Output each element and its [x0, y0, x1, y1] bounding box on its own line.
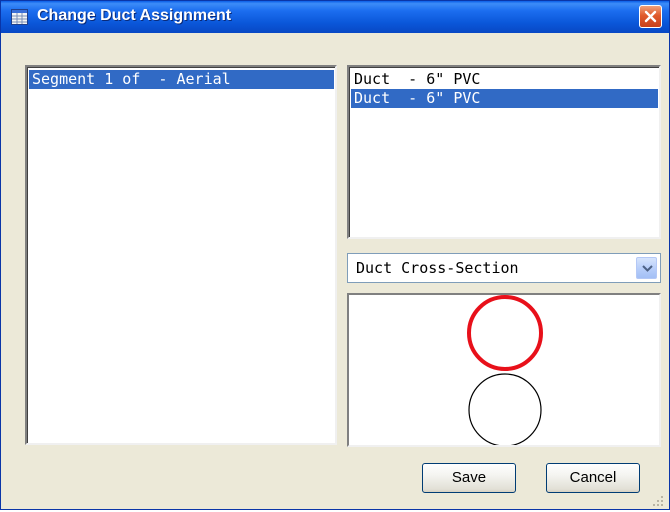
- duct-cross-section-preview: [347, 293, 661, 447]
- window-title: Change Duct Assignment: [37, 7, 232, 24]
- resize-grip-icon[interactable]: [651, 493, 665, 512]
- cancel-button[interactable]: Cancel: [546, 463, 640, 493]
- duct-list-item-selected[interactable]: Duct - 6" PVC: [351, 89, 658, 108]
- duct-list-item[interactable]: Duct - 6" PVC: [351, 70, 658, 89]
- duct-list[interactable]: Duct - 6" PVC Duct - 6" PVC: [347, 65, 661, 239]
- title-bar[interactable]: Change Duct Assignment: [1, 1, 669, 33]
- save-button[interactable]: Save: [422, 463, 516, 493]
- chevron-down-icon: [642, 265, 653, 272]
- dropdown-arrow-button[interactable]: [636, 257, 657, 279]
- change-duct-assignment-dialog: Change Duct Assignment Segment 1 of - Ae…: [0, 0, 670, 510]
- segment-list-item[interactable]: Segment 1 of - Aerial: [29, 70, 334, 89]
- close-icon: [644, 10, 657, 23]
- close-button[interactable]: [639, 5, 662, 28]
- duct-circle: [468, 373, 542, 445]
- view-dropdown[interactable]: Duct Cross-Section: [347, 253, 661, 283]
- highlighted-duct-circle: [467, 295, 543, 371]
- view-dropdown-value: Duct Cross-Section: [356, 259, 519, 277]
- segment-list[interactable]: Segment 1 of - Aerial: [25, 65, 337, 445]
- grid-window-icon: [11, 9, 28, 25]
